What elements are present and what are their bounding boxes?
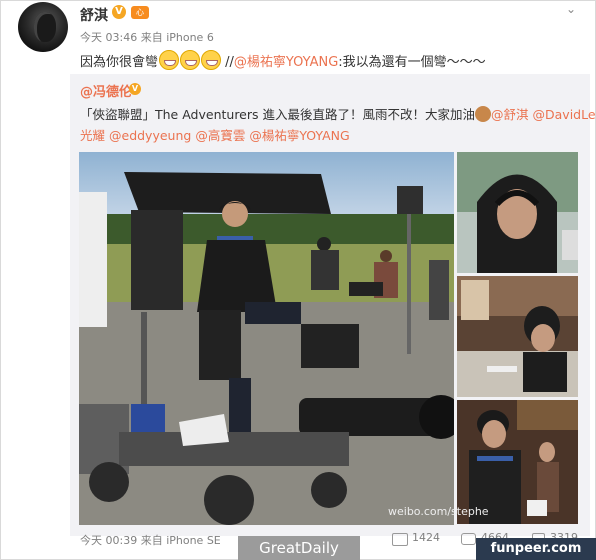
verified-badge-icon: V (129, 83, 141, 95)
user-avatar[interactable] (18, 2, 68, 52)
post-source: 来自 iPhone 6 (140, 31, 214, 44)
repost-meta: 今天 00:39 来自 iPhone SE (80, 532, 221, 548)
laughing-emoji-icon (201, 50, 222, 70)
funpeer-watermark: funpeer.com (476, 538, 596, 560)
member-badge-icon: 心 (131, 6, 149, 19)
laughing-emoji-icon (159, 50, 180, 70)
post-text-sep: // (225, 55, 234, 70)
mention-yoyang[interactable]: @楊祐寧YOYANG (234, 55, 338, 70)
repost-text: 「俠盜聯盟」The Adventurers 進入最後直路了！風雨不改！大家加油 (80, 107, 476, 122)
username[interactable]: 舒淇 (80, 5, 108, 25)
post-text-after: :我以為還有一個彎～～～ (338, 55, 486, 70)
post-time[interactable]: 今天 03:46 (80, 31, 137, 44)
mention-davidlee-cont[interactable]: 光耀 (80, 128, 105, 143)
mention-eddyyeung[interactable]: @eddyyeung (109, 128, 191, 143)
hooded-man-scene (457, 152, 578, 273)
repost-time[interactable]: 今天 00:39 (80, 534, 137, 547)
repost-text-line1: 「俠盜聯盟」The Adventurers 進入最後直路了！風雨不改！大家加油 @… (80, 104, 596, 123)
avatar-silhouette (34, 12, 56, 42)
main-photo[interactable] (79, 152, 454, 525)
post-text-before: 因為你很會彎 (80, 55, 159, 70)
mention-gao[interactable]: @高寶雲 (195, 128, 245, 143)
original-author[interactable]: @冯德伦 (80, 81, 132, 100)
verified-badge-icon: V (112, 5, 126, 19)
post-text: 因為你很會彎 //@楊祐寧YOYANG:我以為還有一個彎～～～ (80, 50, 486, 70)
fist-emoji-icon (475, 106, 492, 122)
film-set-scene (79, 152, 454, 525)
share-count[interactable]: 1424 (412, 531, 440, 544)
chevron-down-icon[interactable]: ⌄ (566, 2, 576, 16)
post-meta: 今天 03:46 来自 iPhone 6 (80, 29, 214, 45)
mention-shuqi[interactable]: @舒淇 (491, 107, 529, 122)
repost-source: 来自 iPhone SE (140, 534, 221, 547)
laughing-emoji-icon (180, 50, 201, 70)
dining-room-scene (457, 276, 578, 397)
mention-davidlee[interactable]: @DavidLee (533, 107, 596, 122)
mention-yoyang[interactable]: @楊祐寧YOYANG (249, 128, 349, 143)
photo-watermark: weibo.com/stephe (388, 505, 489, 518)
thumbnail-photo-1[interactable] (457, 152, 578, 273)
share-icon[interactable] (392, 533, 408, 546)
repost-text-line2: 光耀 @eddyyeung @高寶雲 @楊祐寧YOYANG (80, 125, 350, 144)
thumbnail-photo-2[interactable] (457, 276, 578, 397)
comment-icon[interactable] (461, 533, 476, 545)
greatdaily-watermark: GreatDaily (238, 536, 360, 560)
